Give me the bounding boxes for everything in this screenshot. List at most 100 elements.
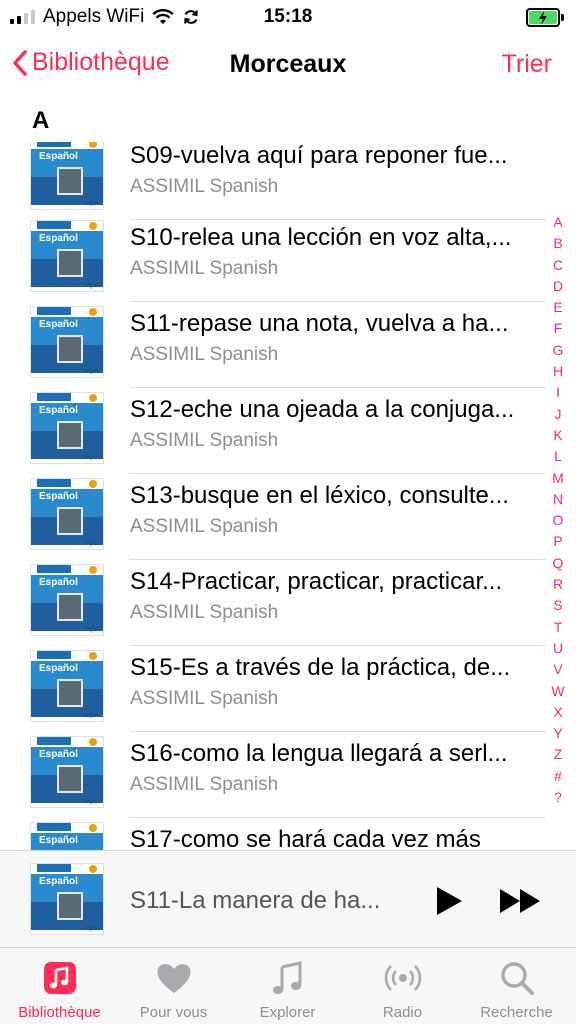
- artwork-label: Español: [39, 663, 78, 674]
- index-letter[interactable]: C: [550, 255, 566, 276]
- index-letter[interactable]: L: [550, 446, 566, 467]
- library-icon: [44, 962, 76, 994]
- song-artist: ASSIMIL Spanish: [130, 176, 279, 197]
- artwork-label: Español: [39, 876, 78, 887]
- song-title: S09-vuelva aquí para reponer fue...: [130, 142, 508, 169]
- index-letter[interactable]: T: [550, 617, 566, 638]
- index-letter[interactable]: O: [550, 510, 566, 531]
- index-letter[interactable]: J: [550, 404, 566, 425]
- album-artwork: Español mp3: [30, 478, 104, 550]
- fast-forward-icon[interactable]: [498, 885, 542, 917]
- tab-label: Explorer: [259, 1004, 316, 1021]
- artwork-format: mp3: [84, 713, 97, 719]
- tab-library[interactable]: Bibliothèque: [2, 948, 117, 1024]
- artwork-label: Español: [39, 405, 78, 416]
- section-header: A: [0, 96, 576, 142]
- artwork-format: mp3: [84, 283, 97, 289]
- artwork-format: mp3: [84, 201, 97, 207]
- album-artwork: Españolmp3: [30, 736, 104, 808]
- tab-for-you[interactable]: Pour vous: [116, 948, 231, 1024]
- song-row[interactable]: Español mp3 S16-como la lengua llegará a s…: [0, 732, 576, 818]
- artwork-format: mp3: [84, 627, 97, 633]
- song-title: S12-eche una ojeada a la conjuga...: [130, 396, 515, 423]
- index-letter[interactable]: Q: [550, 553, 566, 574]
- song-row[interactable]: Español mp3 S13-busque en el léxico, consu…: [0, 474, 576, 560]
- artwork-format: mp3: [84, 369, 97, 375]
- artwork-label: Español: [39, 577, 78, 588]
- song-artist: ASSIMIL Spanish: [130, 344, 279, 365]
- index-letter[interactable]: M: [550, 468, 566, 489]
- tab-browse[interactable]: Explorer: [230, 948, 345, 1024]
- index-letter[interactable]: N: [550, 489, 566, 510]
- index-letter[interactable]: D: [550, 276, 566, 297]
- song-row[interactable]: Españolmp3S17-como se hará cada vez másA…: [0, 818, 576, 850]
- music-note-icon: [273, 961, 302, 994]
- play-icon[interactable]: [434, 885, 464, 917]
- song-row[interactable]: Español mp3 S11-repase una nota, vuelva a …: [0, 302, 576, 388]
- index-letter[interactable]: I: [550, 382, 566, 403]
- tab-label: Recherche: [480, 1004, 553, 1021]
- album-artwork: Españolmp3: [30, 306, 104, 378]
- song-row[interactable]: Español mp3 S15-Es a través de la práctica…: [0, 646, 576, 732]
- index-letter[interactable]: R: [550, 574, 566, 595]
- tab-search[interactable]: Recherche: [459, 948, 574, 1024]
- album-artwork: Españolmp3: [30, 142, 104, 210]
- index-letter[interactable]: E: [550, 297, 566, 318]
- song-artist: ASSIMIL Spanish: [130, 430, 279, 451]
- page-title: Morceaux: [229, 50, 347, 78]
- mini-player-title: S11-La manera de ha...: [130, 887, 381, 914]
- song-row[interactable]: Español mp3 S10-relea una lección en voz a…: [0, 216, 576, 302]
- index-letter[interactable]: F: [550, 318, 566, 339]
- search-icon: [501, 962, 534, 995]
- sort-button[interactable]: Trier: [502, 50, 552, 79]
- tab-bar: Bibliothèque Pour vous Explorer Radio Re…: [0, 948, 576, 1024]
- tab-label: Bibliothèque: [18, 1004, 101, 1021]
- song-artist: ASSIMIL Spanish: [130, 774, 279, 795]
- index-letter[interactable]: W: [550, 681, 566, 702]
- index-letter[interactable]: G: [550, 340, 566, 361]
- battery-icon: [526, 8, 566, 27]
- artwork-format: mp3: [84, 455, 97, 461]
- heart-icon: [157, 964, 191, 993]
- artwork-label: Español: [39, 491, 78, 502]
- song-row[interactable]: Español mp3 S14-Practicar, practicar, prac…: [0, 560, 576, 646]
- tab-label: Radio: [382, 1004, 423, 1021]
- album-artwork: Español mp3: [30, 650, 104, 722]
- song-list[interactable]: Español mp3 S09-vuelva aquí para reponer f…: [0, 142, 576, 850]
- navigation-bar: Bibliothèque Morceaux Trier: [0, 34, 576, 96]
- index-letter[interactable]: B: [550, 233, 566, 254]
- alphabet-index[interactable]: A B C D E F G H I J K L M N O P Q R S T U V W X Y Z #?: [550, 212, 566, 808]
- index-letter[interactable]: U: [550, 638, 566, 659]
- index-letter[interactable]: ?: [550, 787, 566, 808]
- song-title: S13-busque en el léxico, consulte...: [130, 482, 509, 509]
- index-letter[interactable]: P: [550, 531, 566, 552]
- index-letter[interactable]: V: [550, 659, 566, 680]
- artwork-label: Español: [39, 835, 78, 846]
- song-title: S17-como se hará cada vez más: [130, 826, 481, 850]
- song-title: S16-como la lengua llegará a serl...: [130, 740, 508, 767]
- album-artwork: Español mp3: [30, 564, 104, 636]
- artwork-format: mp3: [84, 541, 97, 547]
- song-title: S15-Es a través de la práctica, de...: [130, 654, 511, 681]
- tab-radio[interactable]: Radio: [345, 948, 460, 1024]
- index-letter[interactable]: H: [550, 361, 566, 382]
- song-title: S10-relea una lección en voz alta,...: [130, 224, 512, 251]
- artwork-format: mp3: [84, 799, 97, 805]
- mini-player[interactable]: Español mp3 S11-La manera de ha...: [0, 850, 576, 948]
- radio-icon: [384, 965, 422, 991]
- album-artwork: Españolmp3: [30, 822, 104, 850]
- song-row[interactable]: Español mp3 S09-vuelva aquí para reponer f…: [0, 142, 576, 220]
- index-letter[interactable]: A: [550, 212, 566, 233]
- song-artist: ASSIMIL Spanish: [130, 688, 279, 709]
- album-artwork: Españolmp3: [30, 220, 104, 292]
- index-letter[interactable]: Z: [550, 744, 566, 765]
- song-artist: ASSIMIL Spanish: [130, 258, 279, 279]
- song-row[interactable]: Español mp3 S12-eche una ojeada a la conju…: [0, 388, 576, 474]
- index-letter[interactable]: X: [550, 702, 566, 723]
- index-letter[interactable]: #: [550, 766, 566, 787]
- song-title: S11-repase una nota, vuelva a ha...: [130, 310, 509, 337]
- status-time: 15:18: [263, 6, 313, 27]
- index-letter[interactable]: S: [550, 595, 566, 616]
- index-letter[interactable]: Y: [550, 723, 566, 744]
- index-letter[interactable]: K: [550, 425, 566, 446]
